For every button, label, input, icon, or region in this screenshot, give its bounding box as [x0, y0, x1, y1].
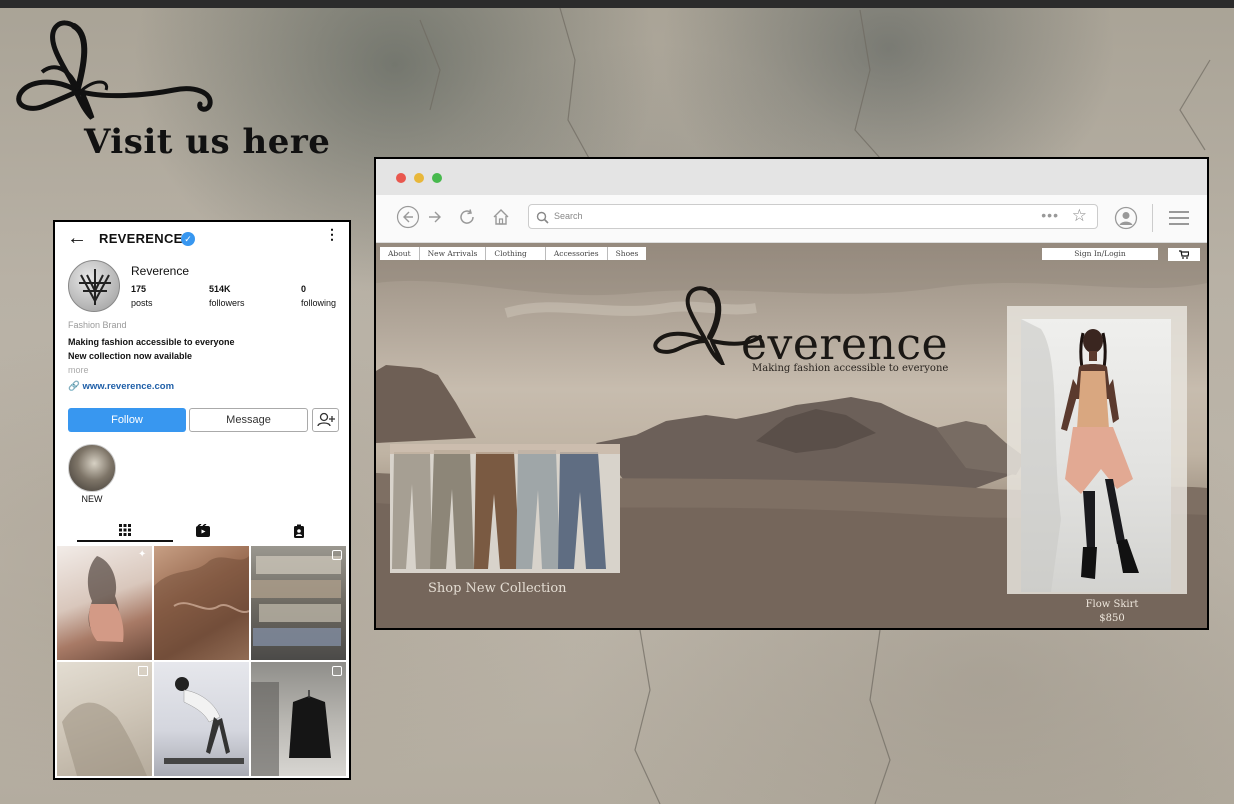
maximize-window-button[interactable]: [432, 173, 442, 183]
reload-icon[interactable]: [458, 208, 476, 226]
reverence-website: About New Arrivals Clothing Accessories …: [376, 243, 1207, 628]
tagged-icon: [294, 524, 304, 538]
browser-title-bar: [376, 159, 1207, 195]
site-nav-clothing[interactable]: Clothing: [486, 247, 546, 260]
cart-button[interactable]: [1168, 248, 1200, 261]
ig-website-text: www.reverence.com: [82, 381, 175, 392]
forward-icon[interactable]: [428, 210, 442, 224]
instagram-profile-phone: ← REVERENCE ✓ ⋮ Reverence 175 posts 514K…: [53, 220, 351, 780]
site-nav-accessories[interactable]: Accessories: [546, 247, 608, 260]
profile-avatar[interactable]: [68, 260, 120, 312]
highlight-label: NEW: [81, 494, 103, 504]
menu-icon[interactable]: [1168, 210, 1190, 226]
back-icon[interactable]: [396, 205, 420, 229]
post-image-flowing-fabric: [62, 702, 147, 776]
minimize-window-button[interactable]: [414, 173, 424, 183]
more-icon[interactable]: •••: [1041, 207, 1059, 223]
shop-new-collection-link[interactable]: Shop New Collection: [428, 581, 567, 596]
add-user-button[interactable]: [312, 408, 339, 432]
stat-posts-value: 175: [131, 284, 147, 294]
ig-bio-line: New collection now available: [68, 351, 193, 361]
more-options-icon[interactable]: ⋮: [325, 227, 339, 241]
stat-following-value: 0: [301, 284, 307, 294]
post-image-model-pink-skirt: [87, 556, 124, 642]
bow-logo: [16, 20, 213, 120]
brand-tagline: Making fashion accessible to everyone: [752, 363, 949, 374]
pin-icon: ✦: [138, 549, 147, 560]
stat-posts[interactable]: 175 posts: [131, 284, 153, 308]
browser-toolbar: Search ••• ☆: [376, 195, 1207, 243]
ig-post-grid: ✦: [57, 546, 348, 778]
product-name[interactable]: Flow Skirt: [1066, 599, 1158, 610]
post-thumbnail[interactable]: ✦: [57, 546, 152, 660]
stat-following-label: following: [301, 298, 337, 308]
post-thumbnail[interactable]: [154, 662, 249, 776]
visit-us-heading: Visit us here: [84, 122, 331, 162]
story-highlight-new[interactable]: [68, 444, 116, 492]
site-nav-about[interactable]: About: [380, 247, 420, 260]
ig-bio-more-link[interactable]: more: [68, 365, 89, 375]
search-icon: [536, 211, 549, 224]
tab-tagged[interactable]: [251, 520, 347, 542]
model-in-flow-skirt-image: [1021, 319, 1139, 592]
toolbar-divider: [1152, 204, 1153, 232]
shop-collection-image[interactable]: [390, 444, 620, 573]
message-button[interactable]: Message: [189, 408, 308, 432]
stat-followers-value: 514K: [209, 284, 231, 294]
ig-display-name: Reverence: [131, 264, 190, 278]
product-image[interactable]: [1021, 319, 1171, 592]
stat-following[interactable]: 0 following: [301, 284, 336, 308]
post-thumbnail[interactable]: [154, 546, 249, 660]
post-thumbnail[interactable]: [57, 662, 152, 776]
address-search-input[interactable]: Search ••• ☆: [528, 204, 1098, 229]
reel-icon: [138, 666, 148, 676]
reverence-emblem-icon: [79, 269, 111, 305]
jeans-lineup-image: [390, 444, 620, 573]
ig-header: ← REVERENCE ✓ ⋮: [55, 222, 349, 256]
profile-icon[interactable]: [1114, 206, 1138, 230]
star-icon[interactable]: ☆: [1072, 206, 1087, 226]
browser-window: Search ••• ☆ About New Arrivals Clothing…: [374, 157, 1209, 630]
post-image-rock-texture: [154, 556, 249, 660]
search-placeholder: Search: [554, 211, 583, 221]
cart-icon: [1179, 250, 1189, 259]
stat-followers-label: followers: [209, 298, 245, 308]
grid-icon: [119, 524, 131, 536]
post-thumbnail[interactable]: [251, 662, 346, 776]
post-thumbnail[interactable]: [251, 546, 346, 660]
back-arrow-icon[interactable]: ←: [67, 228, 87, 248]
ig-handle: REVERENCE: [99, 231, 183, 246]
site-nav: About New Arrivals Clothing Accessories …: [380, 247, 647, 260]
ig-category: Fashion Brand: [68, 320, 127, 330]
site-nav-new-arrivals[interactable]: New Arrivals: [420, 247, 487, 260]
carousel-icon: [332, 666, 342, 676]
product-price: $850: [1099, 613, 1125, 624]
site-nav-shoes[interactable]: Shoes: [608, 247, 647, 260]
add-user-icon: [317, 412, 335, 427]
tab-reels[interactable]: [155, 520, 251, 542]
post-image-black-garment: [251, 682, 331, 776]
post-image-dancer: [164, 677, 244, 764]
reels-icon: [196, 524, 210, 537]
verified-badge-icon: ✓: [181, 232, 195, 246]
sign-in-button[interactable]: Sign In/Login: [1042, 248, 1158, 260]
ig-website-link[interactable]: 🔗 www.reverence.com: [68, 381, 174, 392]
follow-button[interactable]: Follow: [68, 408, 186, 432]
stat-posts-label: posts: [131, 298, 153, 308]
carousel-icon: [332, 550, 342, 560]
stat-followers[interactable]: 514K followers: [209, 284, 245, 308]
link-icon: 🔗: [68, 381, 80, 392]
home-icon[interactable]: [492, 208, 510, 226]
ig-bio-line: Making fashion accessible to everyone: [68, 337, 235, 347]
close-window-button[interactable]: [396, 173, 406, 183]
post-image-jeans-row: [251, 556, 341, 646]
